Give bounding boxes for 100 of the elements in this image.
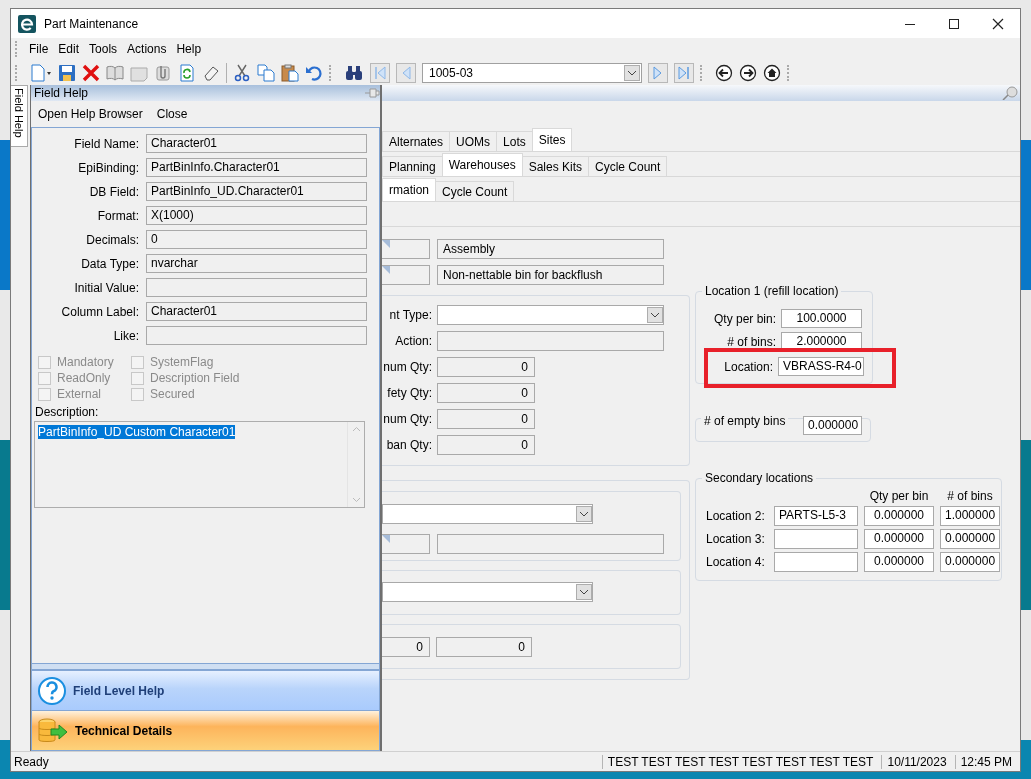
undo-icon[interactable]: [305, 63, 323, 82]
dropdown-field[interactable]: [382, 504, 593, 524]
last-record-button[interactable]: [674, 62, 694, 83]
tab[interactable]: Alternates: [382, 131, 451, 151]
tab[interactable]: Planning: [382, 156, 443, 176]
text-area[interactable]: PartBinInfo_UD Custom Character01: [34, 421, 365, 508]
first-record-button[interactable]: [370, 62, 390, 83]
field-label: Like:: [112, 328, 139, 343]
menu-item[interactable]: Tools: [84, 42, 123, 56]
input-field[interactable]: [382, 265, 430, 285]
tab[interactable]: Sites: [531, 128, 573, 151]
field-label: fety Qty:: [386, 386, 432, 400]
field-label: Column Label:: [60, 304, 139, 319]
corner-icon: [382, 240, 390, 248]
input-field[interactable]: Assembly: [437, 239, 664, 259]
menu-item[interactable]: Actions: [122, 42, 172, 56]
field-label: Initial Value:: [73, 280, 139, 295]
input-field[interactable]: 0: [437, 383, 535, 403]
input-field[interactable]: 0.000000: [864, 506, 934, 526]
input-field[interactable]: PartBinInfo_UD.Character01: [146, 182, 367, 201]
field-label: nt Type:: [388, 308, 432, 322]
corner-icon: [382, 266, 390, 274]
panel-title: Field Help: [34, 86, 90, 100]
section-button[interactable]: Field Level Help: [32, 670, 379, 710]
close-icon[interactable]: [992, 17, 1004, 30]
input-field[interactable]: 0.000000: [940, 529, 1000, 549]
scroll-up-icon[interactable]: [351, 426, 361, 432]
input-field[interactable]: X(1000): [146, 206, 367, 225]
column-header: # of bins: [946, 489, 994, 503]
menu-item[interactable]: File: [24, 42, 54, 56]
input-field[interactable]: PartBinInfo.Character01: [146, 158, 367, 177]
field-label: Location 3:: [706, 532, 766, 546]
paperclip-icon[interactable]: [154, 63, 172, 82]
input-field[interactable]: 0: [437, 435, 535, 455]
field-label: Format:: [96, 208, 139, 223]
input-field[interactable]: 0: [436, 637, 532, 657]
field-label: Qty per bin:: [712, 311, 776, 326]
field-label: Location:: [723, 359, 773, 374]
corner-icon: [382, 535, 390, 543]
delete-icon[interactable]: [82, 63, 100, 82]
field-label: Location 4:: [706, 555, 766, 569]
input-field[interactable]: 0: [146, 230, 367, 249]
input-field[interactable]: 0.000000: [940, 552, 1000, 572]
paste-icon[interactable]: [281, 63, 299, 82]
tab[interactable]: Cycle Count: [588, 156, 668, 176]
input-field[interactable]: [146, 326, 367, 345]
binoculars-icon[interactable]: [344, 63, 364, 82]
input-field[interactable]: Non-nettable bin for backflush: [437, 265, 664, 285]
input-field[interactable]: 0: [437, 409, 535, 429]
first-icon: [374, 65, 386, 80]
input-field[interactable]: [382, 239, 430, 259]
menu-item[interactable]: Edit: [53, 42, 85, 56]
new-document-icon[interactable]: [30, 63, 52, 82]
splitter[interactable]: [32, 663, 379, 670]
record-field[interactable]: 1005-03: [422, 62, 642, 83]
next-record-button[interactable]: [648, 62, 668, 83]
input-field[interactable]: 100.0000: [781, 309, 862, 328]
input-field[interactable]: nvarchar: [146, 254, 367, 273]
previous-record-button[interactable]: [396, 62, 416, 83]
menu-item[interactable]: Help: [171, 42, 207, 56]
field-label: # of bins:: [726, 334, 776, 349]
input-field[interactable]: Character01: [146, 302, 367, 321]
group-title: Secondary locations: [702, 471, 817, 485]
input-field[interactable]: Character01: [146, 134, 367, 153]
side-tab[interactable]: Field Help: [11, 85, 28, 147]
input-field[interactable]: 0.000000: [864, 552, 934, 572]
tab[interactable]: Warehouses: [441, 153, 523, 176]
tab[interactable]: rmation: [382, 178, 436, 201]
input-field[interactable]: VBRASS-R4-0: [778, 357, 864, 376]
input-field[interactable]: PARTS-L5-3: [774, 506, 858, 526]
dropdown-field[interactable]: [382, 582, 593, 602]
input-field[interactable]: [774, 552, 858, 572]
input-field[interactable]: 0: [382, 637, 430, 657]
cut-icon[interactable]: [233, 63, 251, 82]
status-panel: 12:45 PM: [954, 754, 1020, 769]
help-icon: [37, 675, 67, 706]
save-icon[interactable]: [58, 63, 76, 82]
tab[interactable]: Cycle Count: [435, 181, 515, 201]
maximize-icon[interactable]: [948, 17, 960, 30]
input-field[interactable]: [382, 534, 430, 554]
input-field[interactable]: [774, 529, 858, 549]
input-field[interactable]: 0: [437, 357, 535, 377]
input-field[interactable]: [437, 534, 664, 554]
input-field[interactable]: 0.000000: [864, 529, 934, 549]
scroll-down-icon[interactable]: [351, 497, 361, 503]
input-field[interactable]: [437, 331, 664, 351]
refresh-icon[interactable]: [178, 63, 196, 82]
field-label: Location 2:: [706, 509, 766, 523]
input-field[interactable]: [146, 278, 367, 297]
dropdown-field[interactable]: [437, 305, 664, 325]
section-button[interactable]: Technical Details: [32, 710, 379, 750]
window-title: Part Maintenance: [44, 16, 140, 31]
input-field[interactable]: 1.000000: [940, 506, 1000, 526]
input-field[interactable]: 0.000000: [803, 416, 862, 435]
home-icon[interactable]: [763, 63, 781, 82]
field-label: num Qty:: [382, 360, 432, 374]
status-text: Ready: [13, 754, 50, 769]
book-icon[interactable]: [106, 63, 124, 82]
copy-icon[interactable]: [257, 63, 275, 82]
field-label: Decimals:: [85, 232, 139, 247]
